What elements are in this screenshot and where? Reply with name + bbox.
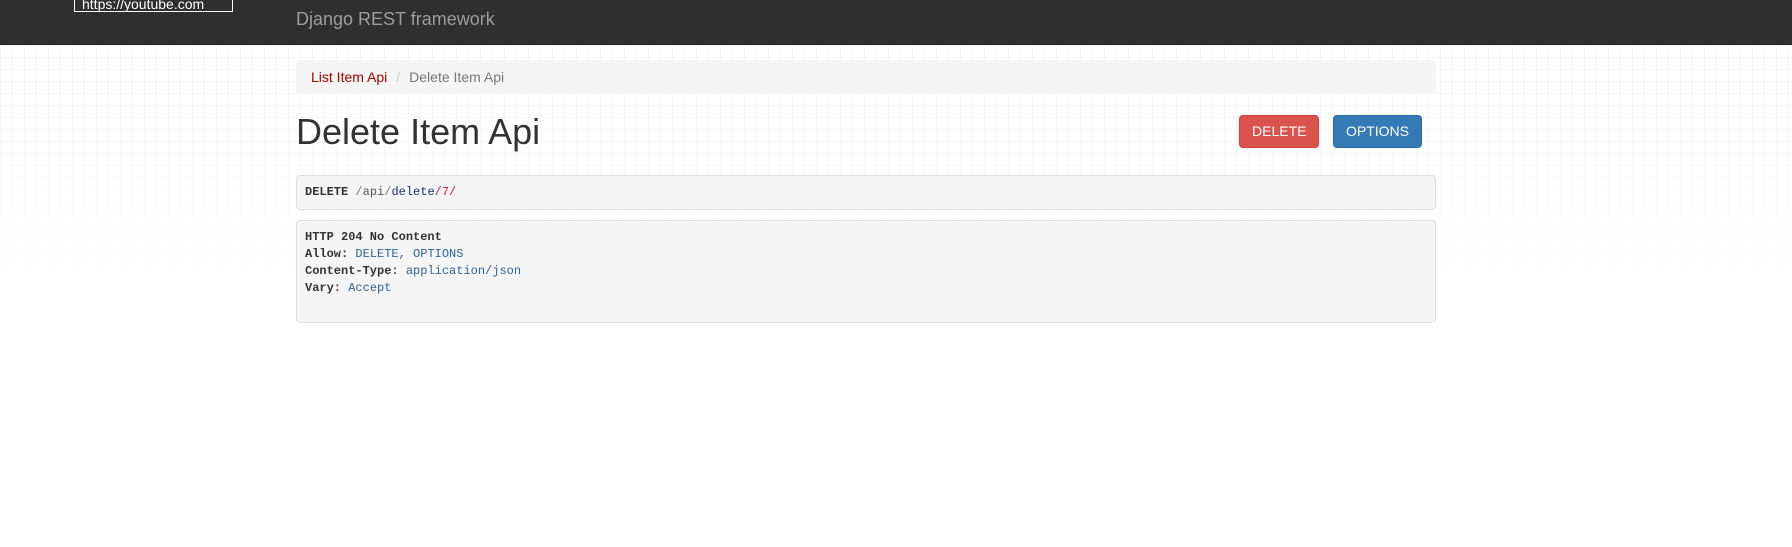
path-slash: /: [355, 185, 363, 199]
path-segment-delete: delete: [391, 185, 435, 199]
header-name: Allow:: [305, 247, 349, 261]
response-info: HTTP 204 No Content Allow: DELETE, OPTIO…: [296, 220, 1436, 323]
url-tooltip: https://youtube.com: [74, 0, 233, 12]
response-header-row: Vary: Accept: [305, 280, 1427, 297]
navbar: Django REST framework https://youtube.co…: [0, 0, 1792, 45]
header-value: Accept: [348, 281, 392, 295]
breadcrumb-item-list-item-api[interactable]: List Item Api: [311, 69, 387, 85]
header-name: Content-Type:: [305, 264, 399, 278]
header-name: Vary:: [305, 281, 342, 295]
path-segment-api: api: [362, 185, 385, 199]
request-info: DELETE /api/delete/7/: [296, 175, 1436, 210]
path-segment-id: /7/: [434, 185, 457, 199]
header-value: DELETE, OPTIONS: [355, 247, 464, 261]
header-value: application/json: [405, 264, 522, 278]
main-container: List Item Api / Delete Item Api Delete I…: [296, 60, 1436, 323]
response-status-line: HTTP 204 No Content: [305, 229, 1427, 246]
breadcrumb-item-delete-item-api: Delete Item Api: [409, 69, 505, 85]
delete-button[interactable]: DELETE: [1239, 115, 1319, 148]
response-status: HTTP 204 No Content: [305, 230, 442, 244]
response-header-row: Content-Type: application/json: [305, 263, 1427, 280]
options-button[interactable]: OPTIONS: [1333, 115, 1422, 148]
breadcrumb: List Item Api / Delete Item Api: [296, 60, 1436, 94]
page-title: Delete Item Api: [296, 111, 541, 152]
request-method: DELETE: [305, 185, 349, 199]
response-header-row: Allow: DELETE, OPTIONS: [305, 246, 1427, 263]
breadcrumb-separator: /: [396, 69, 401, 85]
navbar-brand[interactable]: Django REST framework: [296, 8, 495, 30]
